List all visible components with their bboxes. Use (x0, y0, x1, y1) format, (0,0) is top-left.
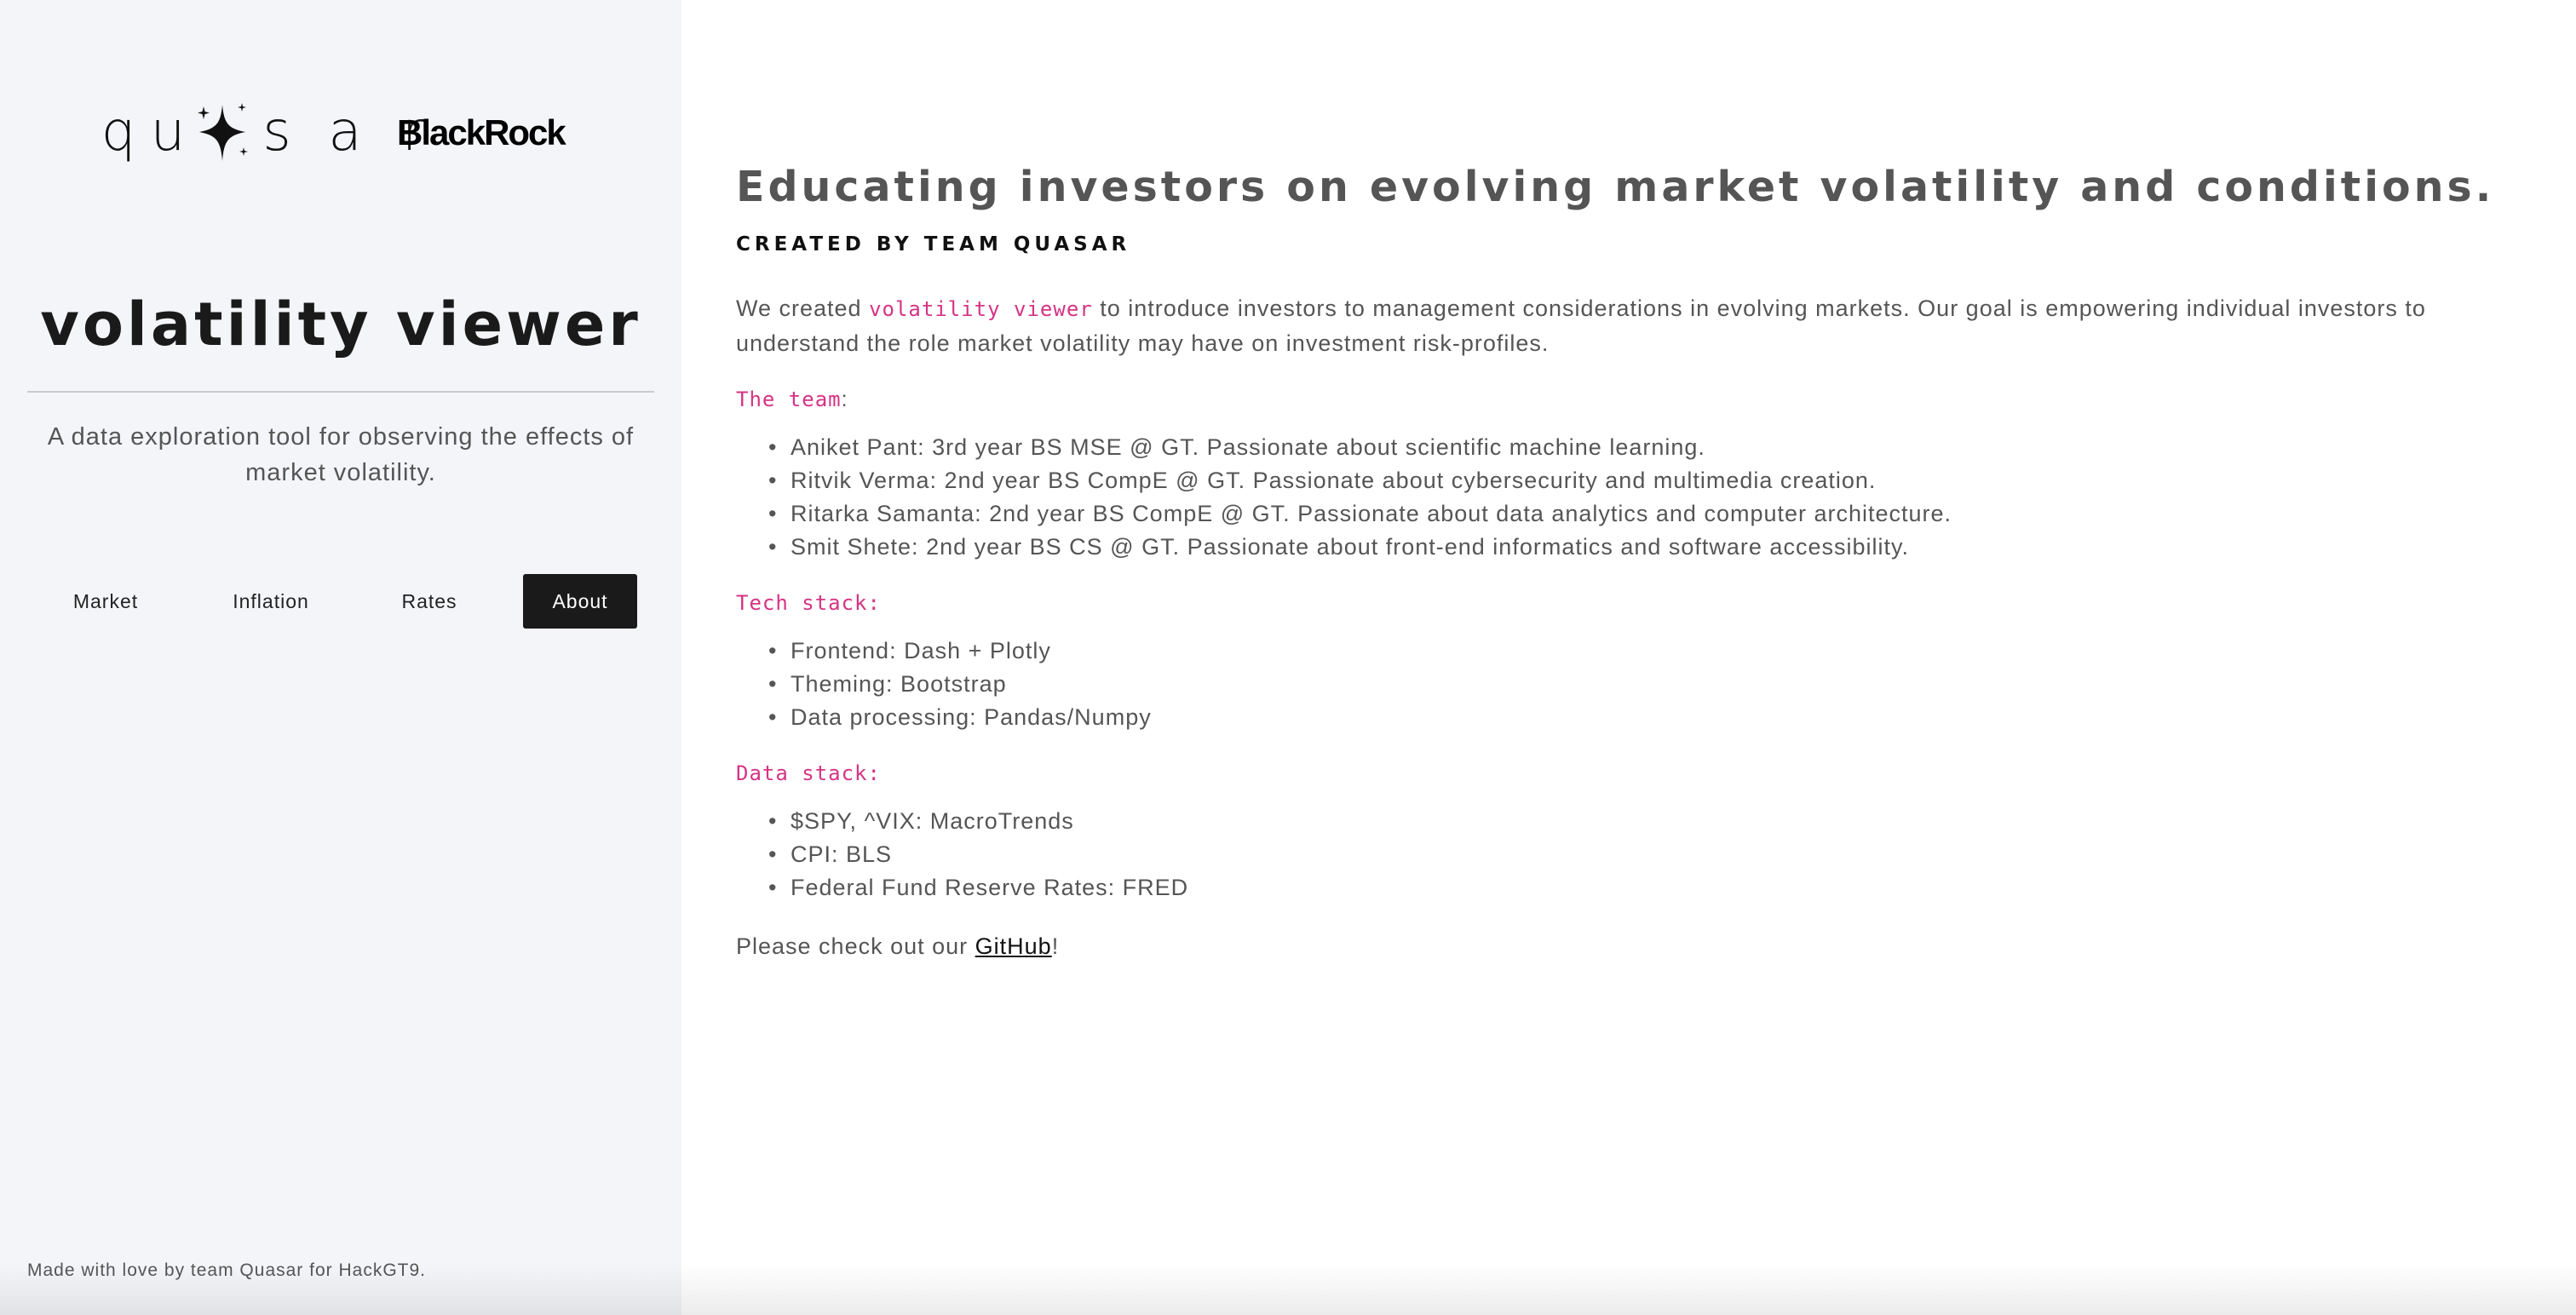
tech-stack-label: Tech stack: (736, 591, 881, 615)
sparkle-star-icon (198, 103, 248, 161)
team-label-suffix: : (841, 388, 848, 411)
team-list: Aniket Pant: 3rd year BS MSE @ GT. Passi… (768, 431, 2533, 564)
divider (27, 391, 654, 393)
nav-item-inflation[interactable]: Inflation (189, 574, 353, 629)
intro-paragraph: We created volatility viewer to introduc… (736, 291, 2533, 360)
intro-text-before: We created (736, 296, 870, 321)
sidebar-footer: Made with love by team Quasar for HackGT… (27, 1260, 426, 1280)
list-item: Frontend: Dash + Plotly (768, 635, 2533, 668)
list-item: Theming: Bootstrap (768, 668, 2533, 701)
team-label: The team (736, 388, 842, 411)
list-item: Federal Fund Reserve Rates: FRED (768, 871, 2533, 904)
logo-row: qu sar BlackRock (94, 94, 605, 170)
github-link[interactable]: GitHub (975, 933, 1052, 959)
list-item: $SPY, ^VIX: MacroTrends (768, 805, 2533, 838)
blackrock-logo: BlackRock (397, 112, 566, 152)
nav-pills: Market Inflation Rates About (27, 574, 641, 629)
github-line: Please check out our GitHub! (736, 933, 2533, 960)
tech-stack-list: Frontend: Dash + Plotly Theming: Bootstr… (768, 635, 2533, 734)
sidebar: qu sar BlackRock volatility viewer A dat… (0, 0, 681, 1315)
app-subtitle: A data exploration tool for observing th… (47, 423, 635, 486)
list-item: Data processing: Pandas/Numpy (768, 701, 2533, 734)
github-text-after: ! (1051, 933, 1060, 959)
app-title: volatility viewer (40, 290, 641, 359)
nav-item-about[interactable]: About (523, 574, 637, 629)
quasar-logo: qu sar (94, 94, 438, 170)
created-by-label: CREATED BY TEAM QUASAR (736, 233, 1131, 256)
list-item: Ritarka Samanta: 2nd year BS CompE @ GT.… (768, 497, 2533, 531)
data-stack-heading: Data stack: (736, 761, 2533, 786)
intro-highlight: volatility viewer (869, 297, 1093, 321)
tech-stack-heading: Tech stack: (736, 591, 2533, 616)
data-stack-list: $SPY, ^VIX: MacroTrends CPI: BLS Federal… (768, 805, 2533, 904)
team-heading: The team: (736, 388, 2533, 412)
list-item: Aniket Pant: 3rd year BS MSE @ GT. Passi… (768, 431, 2533, 464)
data-stack-label: Data stack: (736, 761, 881, 785)
list-item: Ritvik Verma: 2nd year BS CompE @ GT. Pa… (768, 464, 2533, 497)
github-text-before: Please check out our (736, 933, 975, 959)
list-item: CPI: BLS (768, 838, 2533, 871)
about-content: Educating investors on evolving market v… (736, 153, 2533, 960)
nav-item-market[interactable]: Market (27, 574, 184, 629)
page-headline: Educating investors on evolving market v… (736, 163, 2495, 211)
list-item: Smit Shete: 2nd year BS CS @ GT. Passion… (768, 531, 2533, 564)
nav-item-rates[interactable]: Rates (361, 574, 497, 629)
